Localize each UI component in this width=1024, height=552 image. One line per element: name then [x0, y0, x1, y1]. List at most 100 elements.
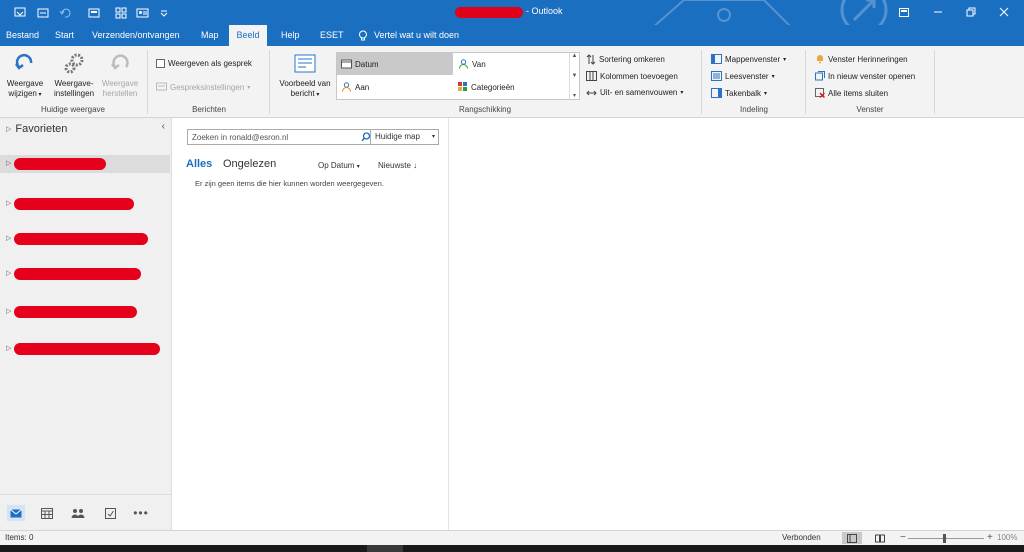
- normal-view-icon[interactable]: [842, 532, 862, 544]
- tab-start[interactable]: Start: [53, 25, 76, 46]
- reminders-window-button[interactable]: Venster Herinneringen: [815, 54, 908, 64]
- conversation-settings-button[interactable]: Gespreksinstellingen ▾: [156, 82, 250, 92]
- tab-eset[interactable]: ESET: [318, 25, 346, 46]
- reset-view-button[interactable]: Weergave herstellen: [99, 51, 141, 99]
- gears-icon: [64, 53, 84, 74]
- ribbon-display-icon[interactable]: [895, 4, 913, 20]
- arrange-by-to[interactable]: Aan: [337, 76, 453, 98]
- lightbulb-icon: [359, 30, 367, 40]
- minimize-icon[interactable]: [929, 4, 947, 20]
- people-icon[interactable]: [69, 505, 87, 521]
- arrange-by-from[interactable]: Van: [454, 53, 568, 75]
- ribbon-tabs: Bestand Start Verzenden/ontvangen Map Be…: [0, 25, 1024, 46]
- close-all-items-label: Alle items sluiten: [828, 88, 889, 98]
- search-box[interactable]: Zoeken in ronald@esron.nl Huidige map ▾: [187, 129, 439, 145]
- tab-view[interactable]: Beeld: [229, 25, 267, 46]
- contact-card-icon[interactable]: [135, 5, 150, 20]
- add-columns-button[interactable]: Kolommen toevoegen: [586, 71, 678, 81]
- tab-folder[interactable]: Map: [199, 25, 221, 46]
- redacted-label: [14, 306, 137, 318]
- expand-triangle-icon[interactable]: ▷: [6, 307, 11, 315]
- reading-pane-button[interactable]: Leesvenster ▾: [711, 71, 775, 81]
- expand-collapse-label: Uit- en samenvouwen: [600, 88, 678, 97]
- reading-view-icon[interactable]: [870, 532, 890, 544]
- close-all-items-button[interactable]: Alle items sluiten: [815, 88, 888, 98]
- view-settings-label: Weergave-instellingen: [53, 79, 95, 98]
- folder-item[interactable]: ▷: [0, 303, 170, 321]
- customize-toolbar-icon[interactable]: [156, 5, 171, 20]
- undo-icon[interactable]: [57, 5, 72, 20]
- expand-triangle-icon[interactable]: ▷: [6, 159, 11, 167]
- grid-view-icon[interactable]: [113, 5, 128, 20]
- divider: [147, 50, 148, 114]
- divider: [701, 50, 702, 114]
- navigation-bar: •••: [0, 494, 172, 530]
- arrange-by-to-label: Aan: [355, 82, 370, 92]
- tell-me-box[interactable]: Vertel wat u wilt doen: [356, 25, 461, 46]
- open-new-window-button[interactable]: In nieuw venster openen: [815, 71, 915, 81]
- folder-item[interactable]: ▷: [0, 340, 170, 358]
- expand-triangle-icon[interactable]: ▷: [6, 269, 11, 277]
- todo-bar-button[interactable]: Takenbalk ▾: [711, 88, 767, 98]
- folder-item[interactable]: ▷: [0, 155, 170, 173]
- tasks-icon[interactable]: [101, 505, 119, 521]
- search-scope-dropdown[interactable]: Huidige map ▾: [370, 130, 439, 144]
- sort-by-dropdown[interactable]: Op Datum ▾: [318, 161, 360, 170]
- arrange-by-from-label: Van: [472, 59, 486, 69]
- mail-icon[interactable]: [7, 505, 25, 521]
- reminders-window-label: Venster Herinneringen: [828, 54, 908, 64]
- chevron-down-icon: ▾: [356, 164, 360, 170]
- filter-unread[interactable]: Ongelezen: [223, 158, 276, 170]
- filter-all[interactable]: Alles: [186, 158, 212, 170]
- chevron-up-icon[interactable]: ▲: [572, 53, 578, 59]
- more-options-icon[interactable]: •••: [132, 505, 150, 521]
- favorites-header[interactable]: ▷ Favorieten: [6, 123, 67, 135]
- close-icon[interactable]: [995, 4, 1013, 20]
- calendar-icon[interactable]: [38, 505, 56, 521]
- taskbar-item[interactable]: [367, 545, 403, 552]
- send-receive-icon[interactable]: [12, 5, 27, 20]
- divider: [805, 50, 806, 114]
- add-columns-label: Kolommen toevoegen: [600, 71, 678, 81]
- folder-item[interactable]: ▷: [0, 195, 170, 213]
- folder-item[interactable]: ▷: [0, 265, 170, 283]
- zoom-level[interactable]: 100%: [997, 533, 1017, 542]
- window-title: - Outlook: [526, 6, 563, 16]
- gallery-scrollbar[interactable]: ▲ ▼ ▾: [569, 53, 579, 99]
- folder-pane-icon[interactable]: [86, 5, 101, 20]
- tab-send-receive[interactable]: Verzenden/ontvangen: [90, 25, 182, 46]
- search-input[interactable]: Zoeken in ronald@esron.nl: [192, 133, 288, 142]
- expand-triangle-icon[interactable]: ▷: [6, 344, 11, 352]
- message-preview-button[interactable]: Voorbeeld van bericht ▾: [274, 51, 336, 100]
- reverse-sort-button[interactable]: Sortering omkeren: [586, 54, 665, 65]
- change-view-button[interactable]: Weergave wijzigen ▾: [3, 51, 47, 100]
- arrange-by-date[interactable]: Datum: [337, 53, 453, 75]
- redacted-label: [14, 158, 106, 170]
- reset-view-icon: [111, 54, 129, 70]
- restore-icon[interactable]: [962, 4, 980, 20]
- view-settings-button[interactable]: Weergave-instellingen: [49, 51, 99, 99]
- folder-item[interactable]: ▷: [0, 230, 170, 248]
- chevron-down-icon[interactable]: ▼: [572, 73, 578, 79]
- zoom-in-icon[interactable]: +: [987, 532, 993, 543]
- collapse-pane-icon[interactable]: ‹: [162, 121, 165, 132]
- folder-pane-button[interactable]: Mappenvenster ▾: [711, 54, 786, 64]
- conversation-settings-icon: [156, 82, 167, 91]
- zoom-out-icon[interactable]: −: [900, 532, 906, 543]
- sync-icon[interactable]: [35, 5, 50, 20]
- zoom-slider-thumb[interactable]: [943, 534, 946, 543]
- more-icon[interactable]: ▾: [573, 92, 576, 99]
- tab-bestand[interactable]: Bestand: [4, 25, 41, 46]
- show-as-conversations-checkbox[interactable]: Weergeven als gesprek: [156, 59, 252, 68]
- redacted-account: [455, 7, 523, 18]
- tab-help[interactable]: Help: [279, 25, 302, 46]
- arrange-by-date-label: Datum: [355, 59, 379, 69]
- zoom-slider[interactable]: [908, 538, 984, 539]
- expand-collapse-button[interactable]: Uit- en samenvouwen ▾: [586, 88, 683, 97]
- expand-triangle-icon[interactable]: ▷: [6, 199, 11, 207]
- group-label-window: Venster: [856, 105, 884, 114]
- arrange-by-categories[interactable]: Categorieën: [454, 76, 568, 98]
- sort-order-toggle[interactable]: Nieuwste ↓: [378, 161, 417, 170]
- sort-by-label: Op Datum: [318, 161, 355, 170]
- expand-triangle-icon[interactable]: ▷: [6, 234, 11, 242]
